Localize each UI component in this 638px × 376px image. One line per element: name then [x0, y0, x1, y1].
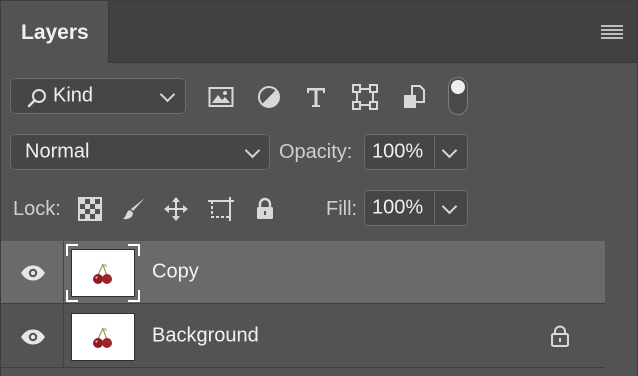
visibility-toggle[interactable]	[1, 305, 64, 367]
tab-layers[interactable]: Layers	[1, 1, 109, 63]
fill-field[interactable]: 100%	[364, 190, 468, 226]
layer-row-background[interactable]: Background	[1, 305, 605, 368]
hamburger-menu-icon[interactable]	[601, 25, 623, 39]
lock-all-icon[interactable]	[251, 195, 279, 223]
lock-artboard-icon[interactable]	[207, 195, 235, 223]
shape-filter-icon[interactable]	[351, 84, 379, 110]
visibility-toggle[interactable]	[1, 241, 64, 303]
lock-label: Lock:	[13, 198, 61, 220]
lock-transparent-pixels-icon[interactable]	[76, 195, 104, 223]
layer-row-copy[interactable]: Copy	[1, 241, 605, 304]
eye-icon	[21, 265, 45, 281]
opacity-field[interactable]: 100%	[364, 134, 468, 170]
chevron-down-icon	[159, 86, 176, 103]
layer-lock-icon[interactable]	[550, 325, 570, 347]
fill-label: Fill:	[326, 198, 358, 220]
eye-icon	[21, 329, 45, 345]
blend-mode-value: Normal	[25, 140, 90, 163]
layer-list-scrollbar[interactable]	[605, 241, 637, 376]
chevron-down-icon	[244, 142, 261, 159]
toggle-knob	[451, 80, 465, 94]
layer-list: Copy Background	[1, 241, 637, 376]
cherries-icon	[93, 327, 112, 348]
filter-kind-label: Kind	[53, 84, 94, 107]
type-filter-icon[interactable]	[302, 85, 330, 109]
smart-object-filter-icon[interactable]	[400, 85, 428, 109]
adjustment-filter-icon[interactable]	[255, 85, 283, 109]
chevron-down-icon[interactable]	[441, 198, 458, 215]
lock-image-pixels-icon[interactable]	[120, 195, 148, 223]
panel-tab-bar: Layers	[1, 1, 637, 63]
blend-mode-dropdown[interactable]: Normal	[10, 134, 270, 170]
layer-name[interactable]: Copy	[152, 261, 199, 284]
tab-layers-label: Layers	[21, 21, 89, 44]
filter-kind-dropdown[interactable]: Kind	[10, 78, 186, 114]
thumbnail-selection-frame	[66, 244, 140, 302]
image-filter-icon[interactable]	[207, 85, 235, 109]
filter-toggle-switch[interactable]	[448, 77, 468, 115]
fill-value: 100%	[372, 196, 424, 219]
search-icon	[27, 89, 46, 108]
lock-position-icon[interactable]	[162, 195, 190, 223]
layer-thumbnail[interactable]	[71, 313, 135, 361]
opacity-value: 100%	[372, 140, 424, 163]
chevron-down-icon[interactable]	[441, 142, 458, 159]
opacity-label: Opacity:	[279, 141, 353, 163]
layer-name[interactable]: Background	[152, 325, 259, 348]
layers-panel: Layers Kind Normal Opacity: 100% Lock: F…	[0, 0, 638, 376]
